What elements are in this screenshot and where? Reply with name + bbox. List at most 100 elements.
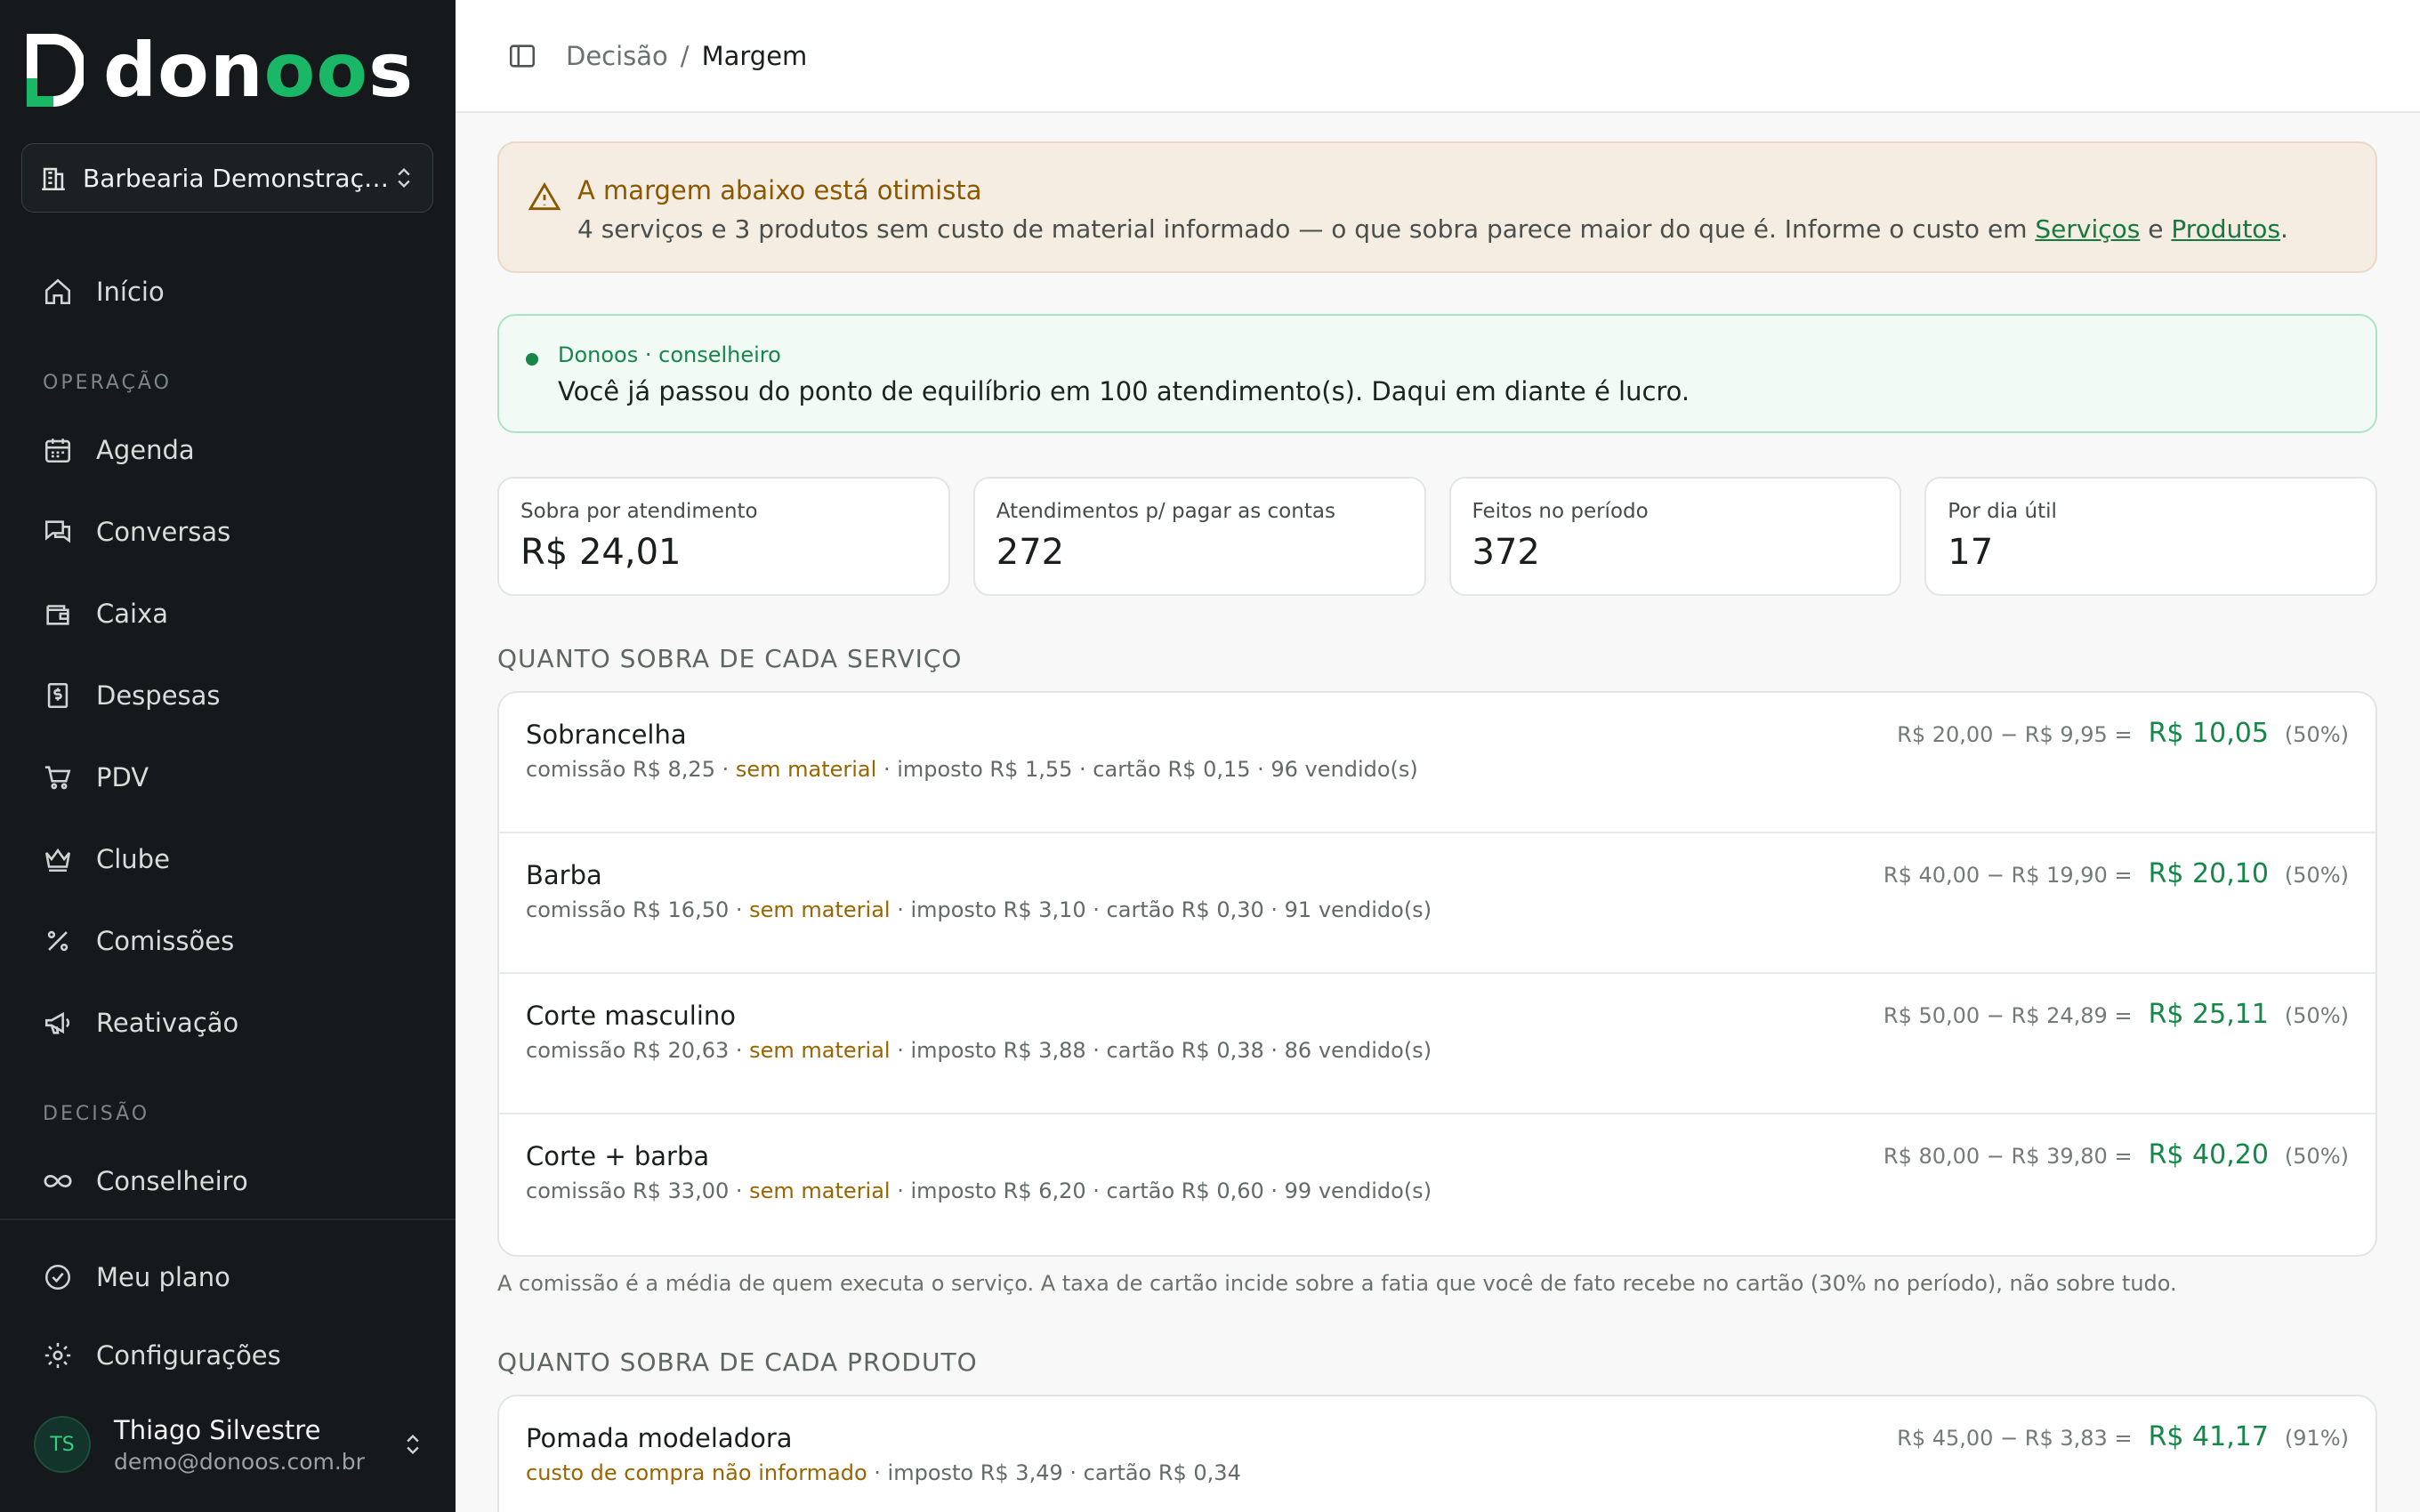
- sidebar-item-label: Despesas: [96, 680, 221, 711]
- item-detail: comissão R$ 20,63 · sem material · impos…: [526, 1038, 1432, 1063]
- item-name: Corte + barba: [526, 1141, 710, 1171]
- item-margin: R$ 40,00 − R$ 19,90 = R$ 20,10 (50%): [1883, 858, 2349, 889]
- list-item[interactable]: Pomada modeladora custo de compra não in…: [499, 1396, 2376, 1512]
- item-detail: comissão R$ 8,25 · sem material · impost…: [526, 757, 1418, 782]
- kpi-card: Atendimentos p/ pagar as contas 272: [972, 477, 1426, 596]
- receipt-icon: [41, 679, 75, 712]
- list-item[interactable]: Corte masculino comissão R$ 20,63 · sem …: [499, 974, 2376, 1114]
- services-footnote: A comissão é a média de quem executa o s…: [497, 1271, 2177, 1296]
- list-item[interactable]: Barba comissão R$ 16,50 · sem material ·…: [499, 833, 2376, 974]
- wallet-icon: [41, 597, 75, 631]
- cart-icon: [41, 760, 75, 794]
- brand-name: donoos: [103, 27, 415, 114]
- products-section-title: QUANTO SOBRA DE CADA PRODUTO: [497, 1347, 978, 1377]
- business-selector[interactable]: Barbearia Demonstração: [21, 143, 433, 213]
- section-label-decision: DECISÃO: [43, 1103, 150, 1125]
- breadcrumb: Decisão / Margem: [537, 41, 807, 71]
- item-margin: R$ 80,00 − R$ 39,80 = R$ 40,20 (50%): [1883, 1139, 2349, 1170]
- kpi-value: 372: [1472, 532, 1540, 573]
- services-list: Sobrancelha comissão R$ 8,25 · sem mater…: [497, 691, 2377, 1257]
- sidebar-item-caixa[interactable]: Caixa: [41, 591, 168, 636]
- brand-logo[interactable]: donoos: [27, 27, 415, 114]
- breadcrumb-separator: /: [680, 40, 690, 71]
- advisor-message: Você já passou do ponto de equilíbrio em…: [558, 376, 1690, 406]
- kpi-card: Sobra por atendimento R$ 24,01: [497, 477, 950, 596]
- donoos-logo-icon: [27, 34, 84, 107]
- item-name: Pomada modeladora: [526, 1423, 793, 1453]
- main-content: Decisão / Margem A margem abaixo está ot…: [456, 0, 2420, 1512]
- badge-check-icon: [41, 1260, 75, 1294]
- item-name: Sobrancelha: [526, 720, 687, 750]
- warning-body: 4 serviços e 3 produtos sem custo de mat…: [577, 214, 2288, 244]
- chevron-up-down-icon: [407, 1435, 419, 1454]
- sidebar-item-label: Comissões: [96, 926, 235, 956]
- sidebar-item-label: Reativação: [96, 1008, 239, 1038]
- products-list: Pomada modeladora custo de compra não in…: [497, 1395, 2377, 1512]
- services-section-title: QUANTO SOBRA DE CADA SERVIÇO: [497, 644, 963, 673]
- sidebar-item-agenda[interactable]: Agenda: [41, 428, 195, 472]
- kpi-label: Feitos no período: [1472, 500, 1649, 523]
- list-item[interactable]: Corte + barba comissão R$ 33,00 · sem ma…: [499, 1114, 2376, 1255]
- services-link[interactable]: Serviços: [2035, 214, 2140, 244]
- home-icon: [41, 275, 75, 309]
- sidebar-item-label: Caixa: [96, 599, 169, 629]
- item-detail: custo de compra não informado · imposto …: [526, 1460, 1241, 1485]
- item-detail: comissão R$ 33,00 · sem material · impos…: [526, 1178, 1432, 1203]
- sidebar-item-comissoes[interactable]: Comissões: [41, 919, 234, 963]
- building-icon: [42, 167, 65, 191]
- breadcrumb-parent[interactable]: Decisão: [566, 41, 668, 71]
- calendar-icon: [41, 433, 75, 467]
- kpi-label: Atendimentos p/ pagar as contas: [996, 500, 1335, 523]
- sidebar-item-label: Clube: [96, 844, 170, 874]
- list-item[interactable]: Sobrancelha comissão R$ 8,25 · sem mater…: [499, 693, 2376, 833]
- sidebar-item-label: Conversas: [96, 517, 231, 547]
- kpi-label: Por dia útil: [1948, 500, 2057, 523]
- percent-icon: [41, 924, 75, 958]
- products-link[interactable]: Produtos: [2171, 214, 2280, 244]
- sidebar-item-label: Configurações: [96, 1340, 281, 1371]
- megaphone-icon: [41, 1006, 75, 1040]
- sidebar-item-clube[interactable]: Clube: [41, 837, 170, 881]
- sidebar-toggle-icon[interactable]: [507, 41, 537, 71]
- item-name: Corte masculino: [526, 1001, 737, 1031]
- item-name: Barba: [526, 860, 602, 890]
- chevron-up-down-icon: [398, 168, 410, 188]
- sidebar-item-meu-plano[interactable]: Meu plano: [41, 1255, 230, 1299]
- business-name: Barbearia Demonstração: [83, 163, 391, 193]
- sidebar-item-despesas[interactable]: Despesas: [41, 673, 221, 718]
- gear-icon: [41, 1339, 75, 1372]
- kpi-value: R$ 24,01: [520, 532, 682, 573]
- status-dot: [526, 353, 538, 366]
- advisor-title: Donoos · conselheiro: [558, 342, 781, 367]
- topbar: Decisão / Margem: [456, 0, 2420, 113]
- avatar: TS: [34, 1416, 91, 1473]
- sidebar-item-configuracoes[interactable]: Configurações: [41, 1333, 281, 1378]
- item-margin: R$ 20,00 − R$ 9,95 = R$ 10,05 (50%): [1897, 718, 2349, 749]
- user-name: Thiago Silvestre: [114, 1414, 321, 1445]
- sidebar-item-label: PDV: [96, 762, 149, 792]
- sidebar-item-pdv[interactable]: PDV: [41, 755, 149, 800]
- sidebar-item-label: Agenda: [96, 435, 195, 465]
- crown-icon: [41, 842, 75, 876]
- item-margin: R$ 50,00 − R$ 24,89 = R$ 25,11 (50%): [1883, 999, 2349, 1030]
- kpi-card: Feitos no período 372: [1448, 477, 1902, 596]
- kpi-card: Por dia útil 17: [1924, 477, 2377, 596]
- warning-icon: [528, 181, 561, 211]
- breadcrumb-current: Margem: [701, 40, 808, 71]
- kpi-value: 17: [1948, 532, 1994, 573]
- sidebar-item-conversas[interactable]: Conversas: [41, 510, 230, 554]
- sidebar-item-label: Conselheiro: [96, 1166, 248, 1196]
- sidebar-item-conselheiro[interactable]: Conselheiro: [41, 1159, 248, 1203]
- kpi-row: Sobra por atendimento R$ 24,01 Atendimen…: [497, 477, 2377, 596]
- sidebar-item-reativacao[interactable]: Reativação: [41, 1001, 238, 1045]
- warning-title: A margem abaixo está otimista: [577, 175, 982, 205]
- infinity-icon: [41, 1164, 75, 1198]
- margin-warning: A margem abaixo está otimista 4 serviços…: [497, 141, 2377, 273]
- kpi-value: 272: [996, 532, 1065, 573]
- item-margin: R$ 45,00 − R$ 3,83 = R$ 41,17 (91%): [1897, 1421, 2349, 1452]
- sidebar-divider: [0, 1218, 456, 1220]
- kpi-label: Sobra por atendimento: [520, 500, 758, 523]
- sidebar-item-home[interactable]: Início: [41, 269, 165, 314]
- section-label-operation: OPERAÇÃO: [43, 372, 172, 394]
- user-menu[interactable]: TS Thiago Silvestre demo@donoos.com.br: [34, 1412, 425, 1476]
